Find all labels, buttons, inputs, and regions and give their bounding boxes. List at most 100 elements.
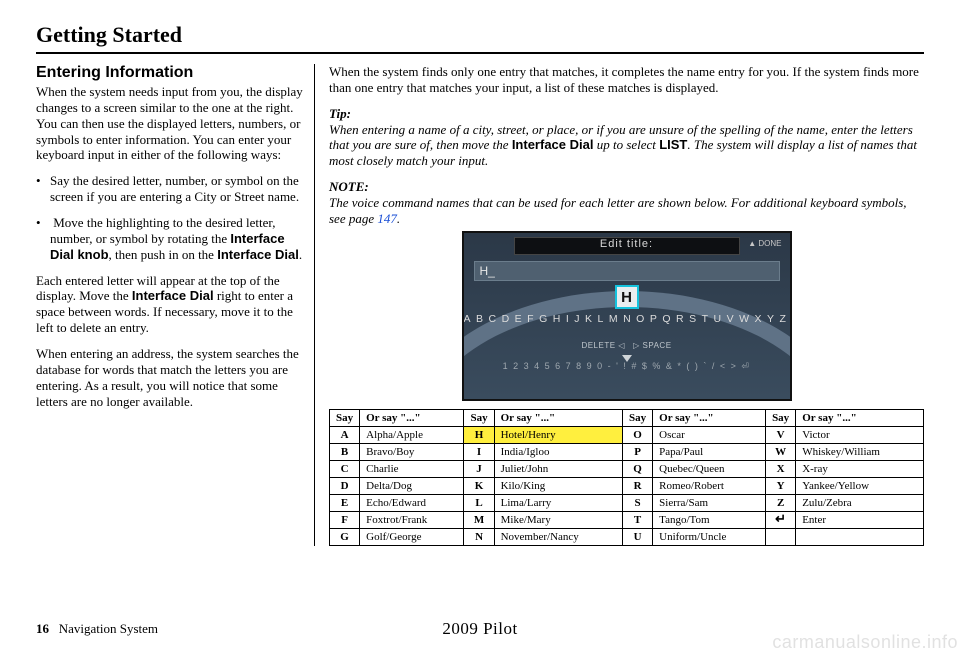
title-rule [36,52,924,54]
say-cell: W [766,443,796,460]
footer-left: 16 Navigation System [36,621,158,637]
done-label: ▲ DONE [748,239,781,248]
input-field-text: H_ [480,261,495,281]
orsay-cell: Juliet/John [494,460,622,477]
say-cell: D [330,477,360,494]
left-tri-icon: ◁ [618,341,625,350]
left-column: Entering Information When the system nee… [36,64,314,546]
left-p2: Each entered letter will appear at the t… [36,273,304,336]
say-cell: T [623,511,653,528]
say-cell: N [464,528,494,545]
tip-head: Tip: [329,106,351,121]
orsay-cell: Mike/Mary [494,511,622,528]
table-row: AAlpha/AppleHHotel/HenryOOscarVVictor [330,426,924,443]
orsay-cell: November/Nancy [494,528,622,545]
tip-body: When entering a name of a city, street, … [329,122,917,169]
orsay-cell: Romeo/Robert [653,477,766,494]
orsay-cell: Echo/Edward [360,494,464,511]
orsay-cell: Hotel/Henry [494,426,622,443]
say-cell: ↵ [766,511,796,528]
say-cell: P [623,443,653,460]
say-cell: Y [766,477,796,494]
section-heading: Entering Information [36,64,304,82]
orsay-cell: Oscar [653,426,766,443]
say-cell: F [330,511,360,528]
screen-illustration-wrap: Edit title: ▲ DONE H_ H ABCDEFGHIJKLMNOP… [329,231,924,401]
say-cell: E [330,494,360,511]
orsay-cell: Charlie [360,460,464,477]
say-cell: M [464,511,494,528]
say-cell: J [464,460,494,477]
orsay-cell: Bravo/Boy [360,443,464,460]
note-body: The voice command names that can be used… [329,195,907,226]
page-link[interactable]: 147 [377,211,397,226]
orsay-cell: Uniform/Uncle [653,528,766,545]
table-row: FFoxtrot/FrankMMike/MaryTTango/Tom ↵ Enter [330,511,924,528]
selected-letter: H [615,285,639,309]
right-p1: When the system finds only one entry tha… [329,64,924,96]
chapter-title: Getting Started [36,22,924,48]
orsay-cell: Papa/Paul [653,443,766,460]
arc-letters: ABCDEFGHIJKLMNOPQRSTUVWXYZ [464,313,790,325]
orsay-cell: Kilo/King [494,477,622,494]
enter-icon: ↵ [775,511,786,526]
tip: Tip: When entering a name of a city, str… [329,106,924,169]
say-cell: X [766,460,796,477]
orsay-cell: Alpha/Apple [360,426,464,443]
columns: Entering Information When the system nee… [36,64,924,546]
say-cell: Q [623,460,653,477]
footer-section: Navigation System [59,621,158,636]
note: NOTE: The voice command names that can b… [329,179,924,227]
bullet-2: Move the highlighting to the desired let… [36,215,304,263]
nav-screen: Edit title: ▲ DONE H_ H ABCDEFGHIJKLMNOP… [462,231,792,401]
table-row: BBravo/BoyIIndia/IglooPPapa/PaulWWhiskey… [330,443,924,460]
page-number: 16 [36,621,49,636]
orsay-cell: Golf/George [360,528,464,545]
say-cell: R [623,477,653,494]
orsay-cell: Quebec/Queen [653,460,766,477]
orsay-cell: Sierra/Sam [653,494,766,511]
orsay-cell: Zulu/Zebra [796,494,924,511]
table-row: GGolf/GeorgeNNovember/NancyUUniform/Uncl… [330,528,924,545]
say-cell: H [464,426,494,443]
table-row: DDelta/DogKKilo/KingRRomeo/RobertYYankee… [330,477,924,494]
say-cell: K [464,477,494,494]
orsay-cell: Lima/Larry [494,494,622,511]
note-head: NOTE: [329,179,369,194]
say-cell: C [330,460,360,477]
num-symbol-row: 1 2 3 4 5 6 7 8 9 0 - ' ! # $ % & * ( ) … [464,361,790,372]
orsay-cell: Enter [796,511,924,528]
bullet-list: Say the desired letter, number, or symbo… [36,173,304,262]
say-cell: O [623,426,653,443]
orsay-cell: India/Igloo [494,443,622,460]
delete-space-row: DELETE ◁ ▷ SPACE [464,341,790,350]
orsay-cell: Foxtrot/Frank [360,511,464,528]
phonetic-table: SayOr say "..." SayOr say "..." SayOr sa… [329,409,924,546]
orsay-cell: Yankee/Yellow [796,477,924,494]
table-header-row: SayOr say "..." SayOr say "..." SayOr sa… [330,409,924,426]
orsay-cell [796,528,924,545]
say-cell: V [766,426,796,443]
orsay-cell: Tango/Tom [653,511,766,528]
right-tri-icon: ▷ [633,341,640,350]
orsay-cell: Delta/Dog [360,477,464,494]
screen-title: Edit title: [464,238,790,250]
model-year: 2009 Pilot [442,619,517,639]
left-p1: When the system needs input from you, th… [36,84,304,163]
manual-page: Getting Started Entering Information Whe… [0,0,960,655]
table-row: CCharlieJJuliet/JohnQQuebec/QueenXX-ray [330,460,924,477]
left-p3: When entering an address, the system sea… [36,346,304,409]
orsay-cell: Victor [796,426,924,443]
say-cell: Z [766,494,796,511]
input-field [474,261,780,281]
say-cell: B [330,443,360,460]
say-cell: I [464,443,494,460]
say-cell: U [623,528,653,545]
orsay-cell: Whiskey/William [796,443,924,460]
right-column: When the system finds only one entry tha… [314,64,924,546]
bullet-1: Say the desired letter, number, or symbo… [36,173,304,205]
say-cell [766,528,796,545]
orsay-cell: X-ray [796,460,924,477]
say-cell: G [330,528,360,545]
say-cell: L [464,494,494,511]
